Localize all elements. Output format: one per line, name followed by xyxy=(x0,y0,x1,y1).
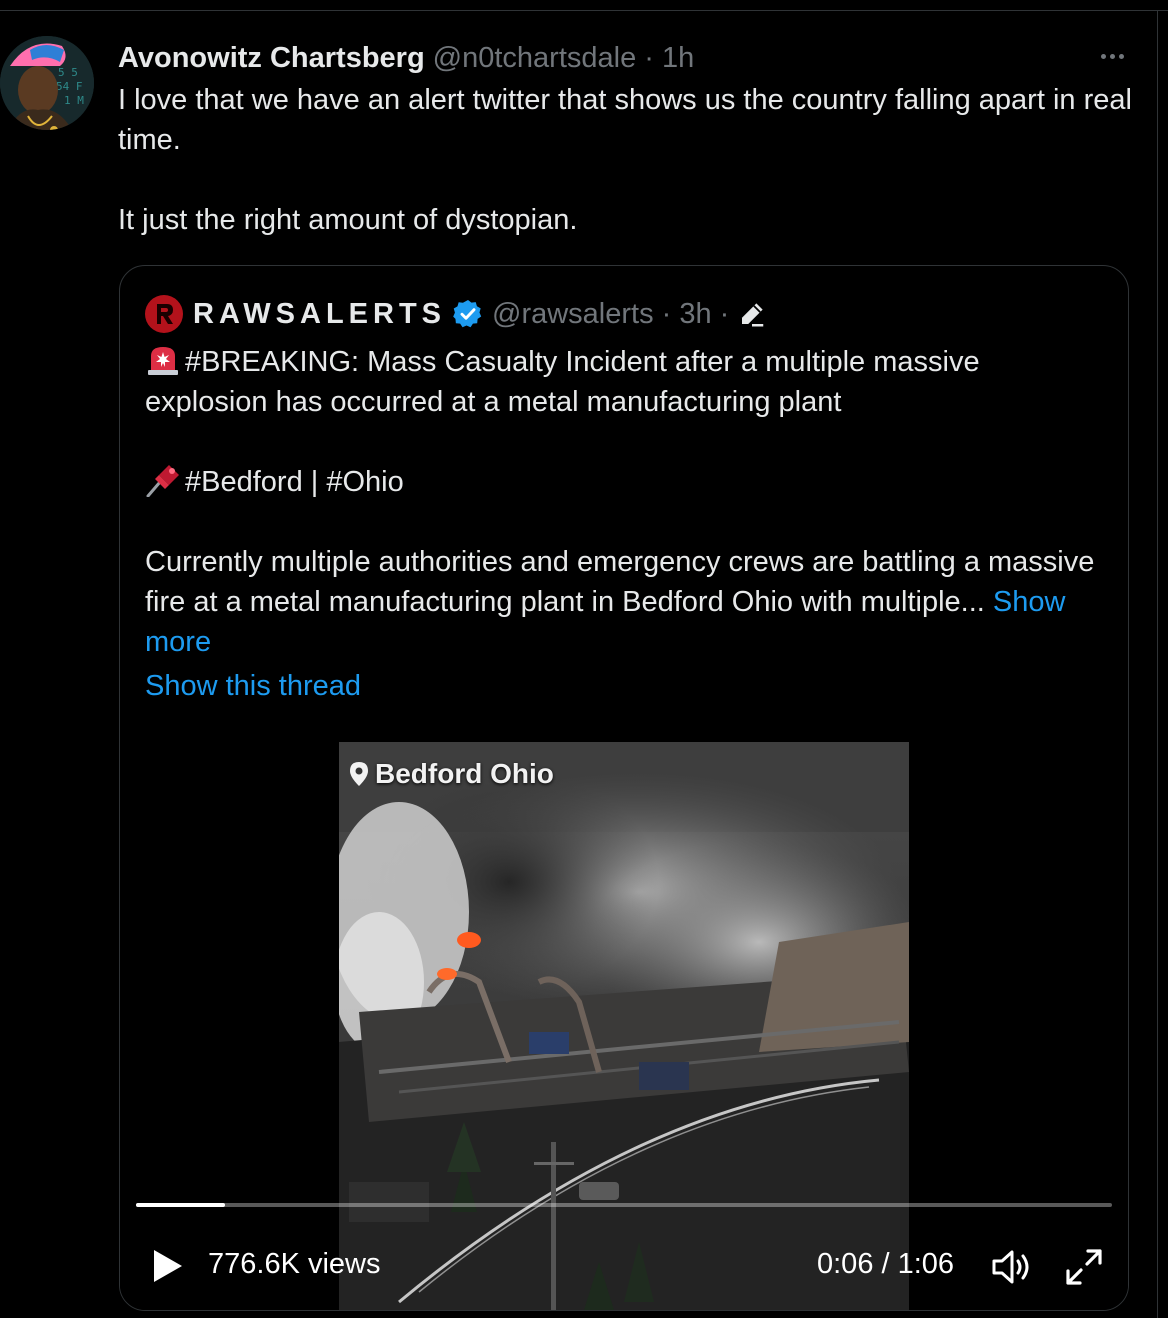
top-divider xyxy=(0,10,1168,11)
avatar[interactable]: 5 5 54 F 1 M xyxy=(0,36,94,130)
video-frame[interactable]: Bedford Ohio xyxy=(339,742,909,1310)
quoted-text-location: #Bedford | #Ohio xyxy=(185,466,404,498)
edit-icon xyxy=(742,303,764,327)
post-text-line: It just the right amount of dystopian. xyxy=(118,204,578,236)
svg-text:1 M: 1 M xyxy=(64,94,84,107)
right-divider xyxy=(1157,10,1158,1318)
video-player[interactable]: Bedford Ohio 776.6K views 0:06 / 1:06 xyxy=(120,742,1128,1310)
pin-icon xyxy=(146,465,179,497)
handle-and-time[interactable]: @n0tchartsdale · 1h xyxy=(433,42,695,75)
siren-icon xyxy=(148,347,178,375)
play-icon[interactable] xyxy=(146,1246,186,1286)
video-progress-bar[interactable] xyxy=(136,1203,1112,1207)
display-name[interactable]: Avonowitz Chartsberg xyxy=(118,42,425,75)
location-label: Bedford Ohio xyxy=(349,758,554,790)
quoted-text-body: Currently multiple authorities and emerg… xyxy=(145,546,1095,618)
quoted-handle-and-time[interactable]: @rawsalerts · 3h · xyxy=(492,298,729,331)
location-text: Bedford Ohio xyxy=(375,758,554,789)
more-icon[interactable] xyxy=(1094,40,1130,72)
svg-text:5 5: 5 5 xyxy=(58,66,78,79)
rawsalerts-avatar[interactable] xyxy=(145,295,183,333)
quoted-post[interactable]: RAWSALERTS @rawsalerts · 3h · #BREAKING:… xyxy=(119,265,1129,1311)
post-header: Avonowitz Chartsberg @n0tchartsdale · 1h xyxy=(118,38,694,78)
fullscreen-icon[interactable] xyxy=(1064,1247,1104,1287)
post-text: I love that we have an alert twitter tha… xyxy=(118,80,1138,240)
quoted-post-header: RAWSALERTS @rawsalerts · 3h · xyxy=(145,294,767,334)
location-pin-icon xyxy=(350,762,368,786)
verified-icon xyxy=(453,300,482,328)
video-progress-fill xyxy=(136,1203,225,1207)
post-text-line: I love that we have an alert twitter tha… xyxy=(118,84,1132,156)
video-time: 0:06 / 1:06 xyxy=(817,1248,955,1280)
quoted-text-breaking: #BREAKING: Mass Casualty Incident after … xyxy=(145,346,980,418)
view-count: 776.6K views xyxy=(208,1248,381,1280)
svg-text:54 F: 54 F xyxy=(56,80,83,93)
quoted-display-name[interactable]: RAWSALERTS xyxy=(193,298,446,331)
volume-icon[interactable] xyxy=(990,1247,1034,1287)
show-thread-link[interactable]: Show this thread xyxy=(145,670,361,703)
quoted-post-text: #BREAKING: Mass Casualty Incident after … xyxy=(145,342,1105,662)
